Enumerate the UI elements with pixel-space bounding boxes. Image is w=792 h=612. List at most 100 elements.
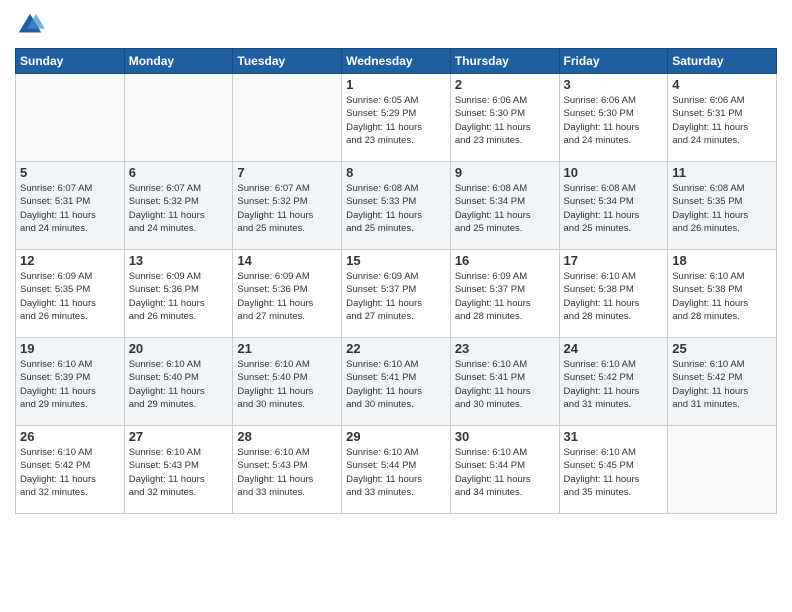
day-info: Sunrise: 6:10 AM Sunset: 5:40 PM Dayligh… [237, 358, 337, 411]
day-number: 9 [455, 165, 555, 180]
day-info: Sunrise: 6:10 AM Sunset: 5:41 PM Dayligh… [346, 358, 446, 411]
calendar-day-cell: 16 Sunrise: 6:09 AM Sunset: 5:37 PM Dayli… [450, 250, 559, 338]
day-info: Sunrise: 6:10 AM Sunset: 5:43 PM Dayligh… [237, 446, 337, 499]
day-number: 16 [455, 253, 555, 268]
day-number: 30 [455, 429, 555, 444]
calendar-day-cell [16, 74, 125, 162]
calendar-day-cell: 6 Sunrise: 6:07 AM Sunset: 5:32 PM Daylig… [124, 162, 233, 250]
weekday-header: Wednesday [342, 49, 451, 74]
day-info: Sunrise: 6:07 AM Sunset: 5:32 PM Dayligh… [129, 182, 229, 235]
calendar-day-cell: 18 Sunrise: 6:10 AM Sunset: 5:38 PM Dayli… [668, 250, 777, 338]
weekday-header-row: SundayMondayTuesdayWednesdayThursdayFrid… [16, 49, 777, 74]
page-container: SundayMondayTuesdayWednesdayThursdayFrid… [0, 0, 792, 612]
day-number: 6 [129, 165, 229, 180]
calendar-day-cell: 3Sunrise: 6:06 AM Sunset: 5:30 PM Daylig… [559, 74, 668, 162]
day-number: 4 [672, 77, 772, 92]
day-number: 29 [346, 429, 446, 444]
weekday-header: Saturday [668, 49, 777, 74]
day-info: Sunrise: 6:08 AM Sunset: 5:33 PM Dayligh… [346, 182, 446, 235]
weekday-header: Friday [559, 49, 668, 74]
calendar-day-cell: 2Sunrise: 6:06 AM Sunset: 5:30 PM Daylig… [450, 74, 559, 162]
day-info: Sunrise: 6:09 AM Sunset: 5:35 PM Dayligh… [20, 270, 120, 323]
calendar-day-cell: 23 Sunrise: 6:10 AM Sunset: 5:41 PM Dayli… [450, 338, 559, 426]
day-info: Sunrise: 6:09 AM Sunset: 5:37 PM Dayligh… [346, 270, 446, 323]
day-number: 22 [346, 341, 446, 356]
calendar-day-cell: 4 Sunrise: 6:06 AM Sunset: 5:31 PM Daylig… [668, 74, 777, 162]
day-number: 5 [20, 165, 120, 180]
day-number: 31 [564, 429, 664, 444]
day-info: Sunrise: 6:06 AM Sunset: 5:31 PM Dayligh… [672, 94, 772, 147]
calendar-week-row: 12 Sunrise: 6:09 AM Sunset: 5:35 PM Dayli… [16, 250, 777, 338]
calendar-week-row: 1 Sunrise: 6:05 AM Sunset: 5:29 PM Daylig… [16, 74, 777, 162]
day-number: 12 [20, 253, 120, 268]
day-number: 7 [237, 165, 337, 180]
day-number: 8 [346, 165, 446, 180]
day-info: Sunrise: 6:09 AM Sunset: 5:37 PM Dayligh… [455, 270, 555, 323]
calendar-day-cell: 7 Sunrise: 6:07 AM Sunset: 5:32 PM Daylig… [233, 162, 342, 250]
page-header [15, 10, 777, 40]
day-info: Sunrise: 6:10 AM Sunset: 5:42 PM Dayligh… [672, 358, 772, 411]
day-number: 1 [346, 77, 446, 92]
day-number: 28 [237, 429, 337, 444]
calendar-week-row: 26 Sunrise: 6:10 AM Sunset: 5:42 PM Dayli… [16, 426, 777, 514]
day-info: Sunrise: 6:10 AM Sunset: 5:44 PM Dayligh… [346, 446, 446, 499]
day-number: 17 [564, 253, 664, 268]
day-info: Sunrise: 6:08 AM Sunset: 5:34 PM Dayligh… [455, 182, 555, 235]
day-info: Sunrise: 6:10 AM Sunset: 5:40 PM Dayligh… [129, 358, 229, 411]
calendar-day-cell: 19Sunrise: 6:10 AM Sunset: 5:39 PM Dayli… [16, 338, 125, 426]
calendar-day-cell: 15 Sunrise: 6:09 AM Sunset: 5:37 PM Dayli… [342, 250, 451, 338]
calendar-day-cell: 9 Sunrise: 6:08 AM Sunset: 5:34 PM Daylig… [450, 162, 559, 250]
weekday-header: Monday [124, 49, 233, 74]
calendar-day-cell: 31Sunrise: 6:10 AM Sunset: 5:45 PM Dayli… [559, 426, 668, 514]
day-info: Sunrise: 6:07 AM Sunset: 5:32 PM Dayligh… [237, 182, 337, 235]
calendar-table: SundayMondayTuesdayWednesdayThursdayFrid… [15, 48, 777, 514]
day-info: Sunrise: 6:10 AM Sunset: 5:38 PM Dayligh… [672, 270, 772, 323]
day-info: Sunrise: 6:08 AM Sunset: 5:34 PM Dayligh… [564, 182, 664, 235]
calendar-day-cell: 10 Sunrise: 6:08 AM Sunset: 5:34 PM Dayli… [559, 162, 668, 250]
calendar-day-cell: 29 Sunrise: 6:10 AM Sunset: 5:44 PM Dayli… [342, 426, 451, 514]
calendar-day-cell: 14Sunrise: 6:09 AM Sunset: 5:36 PM Dayli… [233, 250, 342, 338]
calendar-day-cell [233, 74, 342, 162]
weekday-header: Sunday [16, 49, 125, 74]
calendar-day-cell: 27 Sunrise: 6:10 AM Sunset: 5:43 PM Dayli… [124, 426, 233, 514]
calendar-day-cell: 1 Sunrise: 6:05 AM Sunset: 5:29 PM Daylig… [342, 74, 451, 162]
day-number: 21 [237, 341, 337, 356]
day-info: Sunrise: 6:10 AM Sunset: 5:41 PM Dayligh… [455, 358, 555, 411]
day-info: Sunrise: 6:06 AM Sunset: 5:30 PM Dayligh… [455, 94, 555, 147]
calendar-day-cell: 17 Sunrise: 6:10 AM Sunset: 5:38 PM Dayli… [559, 250, 668, 338]
day-number: 27 [129, 429, 229, 444]
day-info: Sunrise: 6:10 AM Sunset: 5:44 PM Dayligh… [455, 446, 555, 499]
calendar-day-cell: 26 Sunrise: 6:10 AM Sunset: 5:42 PM Dayli… [16, 426, 125, 514]
calendar-day-cell: 8 Sunrise: 6:08 AM Sunset: 5:33 PM Daylig… [342, 162, 451, 250]
day-info: Sunrise: 6:09 AM Sunset: 5:36 PM Dayligh… [129, 270, 229, 323]
day-number: 15 [346, 253, 446, 268]
weekday-header: Thursday [450, 49, 559, 74]
day-info: Sunrise: 6:05 AM Sunset: 5:29 PM Dayligh… [346, 94, 446, 147]
day-info: Sunrise: 6:06 AM Sunset: 5:30 PM Dayligh… [564, 94, 664, 147]
calendar-body: 1 Sunrise: 6:05 AM Sunset: 5:29 PM Daylig… [16, 74, 777, 514]
calendar-day-cell: 25Sunrise: 6:10 AM Sunset: 5:42 PM Dayli… [668, 338, 777, 426]
calendar-day-cell [124, 74, 233, 162]
logo [15, 10, 49, 40]
calendar-day-cell: 5 Sunrise: 6:07 AM Sunset: 5:31 PM Daylig… [16, 162, 125, 250]
calendar-header: SundayMondayTuesdayWednesdayThursdayFrid… [16, 49, 777, 74]
day-number: 23 [455, 341, 555, 356]
calendar-day-cell: 22 Sunrise: 6:10 AM Sunset: 5:41 PM Dayli… [342, 338, 451, 426]
day-info: Sunrise: 6:10 AM Sunset: 5:43 PM Dayligh… [129, 446, 229, 499]
day-number: 14 [237, 253, 337, 268]
calendar-day-cell: 20 Sunrise: 6:10 AM Sunset: 5:40 PM Dayli… [124, 338, 233, 426]
day-info: Sunrise: 6:10 AM Sunset: 5:42 PM Dayligh… [564, 358, 664, 411]
day-number: 11 [672, 165, 772, 180]
calendar-day-cell: 24Sunrise: 6:10 AM Sunset: 5:42 PM Dayli… [559, 338, 668, 426]
calendar-week-row: 5 Sunrise: 6:07 AM Sunset: 5:31 PM Daylig… [16, 162, 777, 250]
calendar-week-row: 19Sunrise: 6:10 AM Sunset: 5:39 PM Dayli… [16, 338, 777, 426]
day-info: Sunrise: 6:10 AM Sunset: 5:42 PM Dayligh… [20, 446, 120, 499]
day-number: 10 [564, 165, 664, 180]
day-info: Sunrise: 6:10 AM Sunset: 5:39 PM Dayligh… [20, 358, 120, 411]
day-number: 20 [129, 341, 229, 356]
day-info: Sunrise: 6:10 AM Sunset: 5:38 PM Dayligh… [564, 270, 664, 323]
day-info: Sunrise: 6:07 AM Sunset: 5:31 PM Dayligh… [20, 182, 120, 235]
day-number: 18 [672, 253, 772, 268]
weekday-header: Tuesday [233, 49, 342, 74]
day-number: 26 [20, 429, 120, 444]
